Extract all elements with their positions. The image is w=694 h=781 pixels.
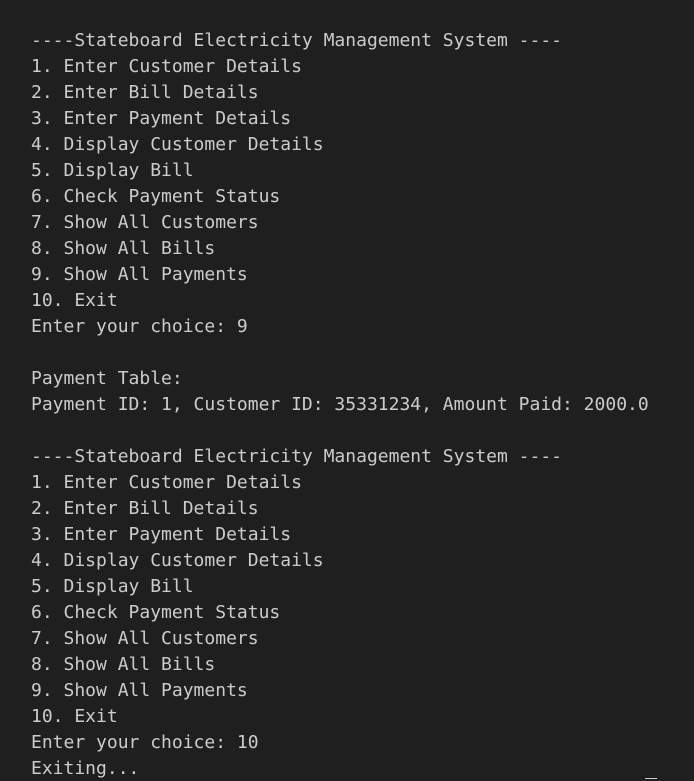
menu-item: 7. Show All Customers: [31, 628, 259, 649]
menu-item: 2. Enter Bill Details: [31, 498, 259, 519]
exit-message: Exiting...: [31, 758, 140, 779]
payment-table-title: Payment Table:: [31, 368, 183, 389]
menu-item: 4. Display Customer Details: [31, 550, 324, 571]
choice-prompt: Enter your choice: 9: [31, 316, 248, 337]
menu-item: 8. Show All Bills: [31, 238, 216, 259]
payment-row: Payment ID: 1, Customer ID: 35331234, Am…: [31, 394, 649, 415]
menu-item: 10. Exit: [31, 290, 118, 311]
menu-item: 8. Show All Bills: [31, 654, 216, 675]
menu-item: 6. Check Payment Status: [31, 186, 281, 207]
menu-item: 9. Show All Payments: [31, 264, 248, 285]
menu-item: 4. Display Customer Details: [31, 134, 324, 155]
menu-item: 7. Show All Customers: [31, 212, 259, 233]
menu-item: 10. Exit: [31, 706, 118, 727]
menu-item: 2. Enter Bill Details: [31, 82, 259, 103]
menu-header: ----Stateboard Electricity Management Sy…: [31, 446, 563, 467]
terminal-output[interactable]: ----Stateboard Electricity Management Sy…: [0, 0, 694, 781]
menu-item: 3. Enter Payment Details: [31, 524, 292, 545]
menu-item: 1. Enter Customer Details: [31, 472, 302, 493]
menu-item: 1. Enter Customer Details: [31, 56, 302, 77]
menu-item: 3. Enter Payment Details: [31, 108, 292, 129]
menu-item: 5. Display Bill: [31, 576, 194, 597]
menu-header: ----Stateboard Electricity Management Sy…: [31, 30, 563, 51]
menu-item: 9. Show All Payments: [31, 680, 248, 701]
choice-prompt: Enter your choice: 10: [31, 732, 259, 753]
menu-item: 6. Check Payment Status: [31, 602, 281, 623]
text-cursor: [645, 778, 657, 779]
menu-item: 5. Display Bill: [31, 160, 194, 181]
